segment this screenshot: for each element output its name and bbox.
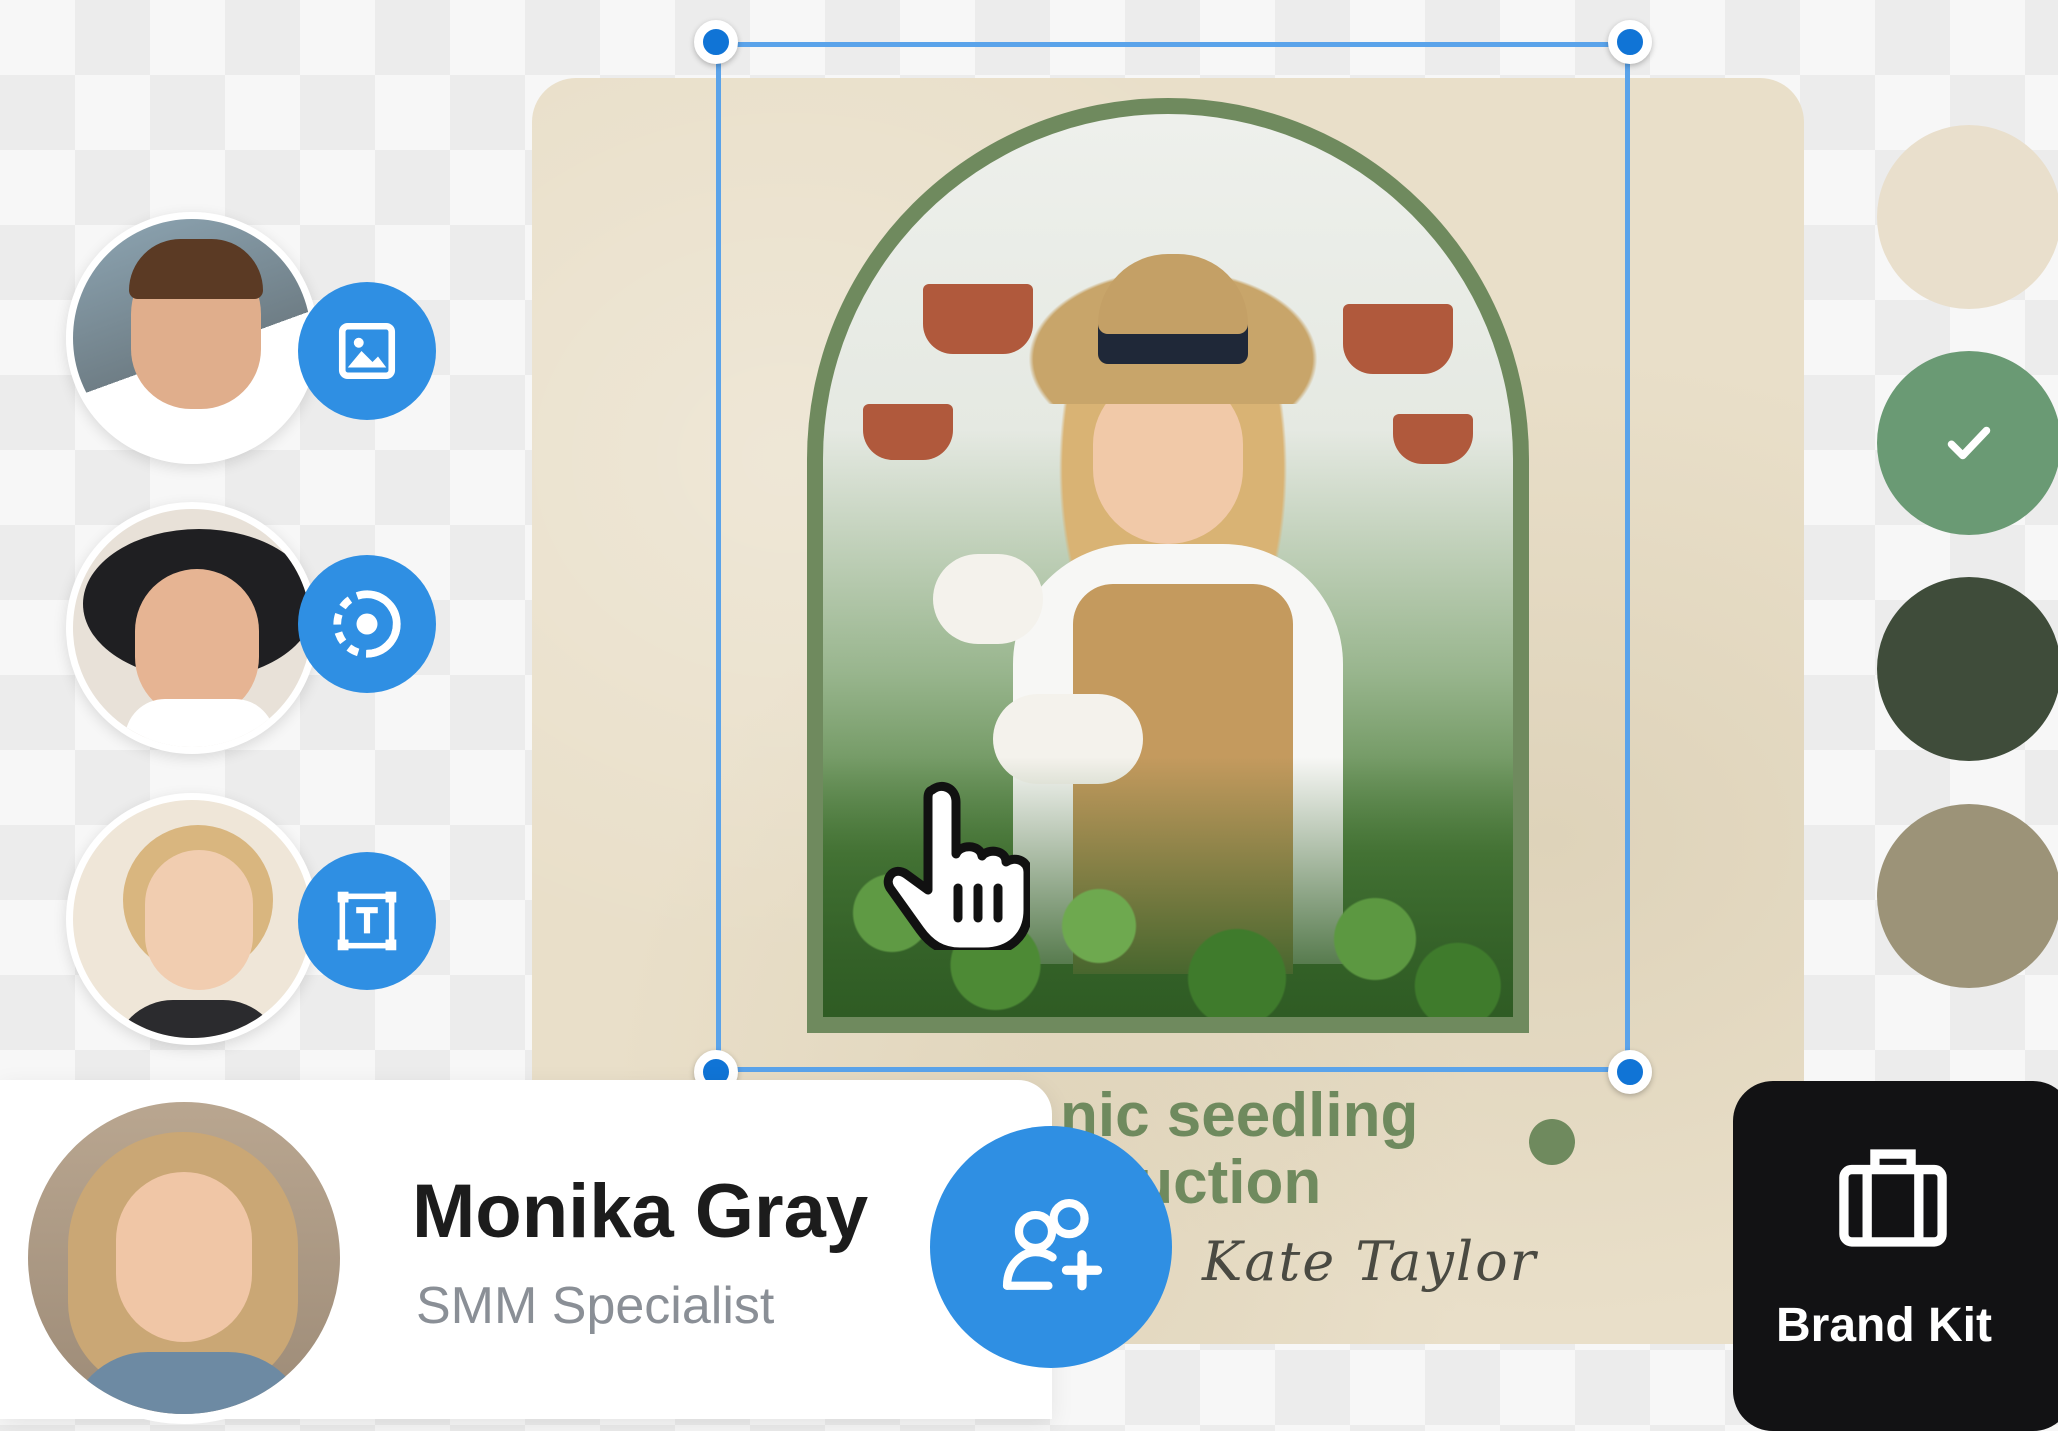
briefcase-icon [1839, 1149, 1947, 1247]
profile-name: Monika Gray [412, 1169, 869, 1254]
text-tool-badge[interactable] [298, 852, 436, 990]
image-icon [338, 322, 396, 380]
add-collaborator-button[interactable] [930, 1126, 1172, 1368]
design-author[interactable]: Kate Taylor [1202, 1230, 1537, 1293]
color-swatch-3[interactable] [1877, 577, 2058, 761]
avatar-collaborator-2[interactable] [66, 502, 318, 754]
design-headline-line1[interactable]: nic seedling [1060, 1083, 1418, 1149]
resize-handle-bottom-right[interactable] [1608, 1050, 1652, 1094]
image-tool-badge[interactable] [298, 282, 436, 420]
selection-box [716, 42, 1630, 1072]
check-icon [1947, 426, 1991, 460]
color-swatch-4[interactable] [1877, 804, 2058, 988]
add-user-icon [1002, 1198, 1103, 1291]
profile-role: SMM Specialist [416, 1277, 775, 1335]
decor-dot [1529, 1119, 1575, 1165]
color-swatch-2[interactable] [1877, 351, 2058, 535]
loader-tool-badge[interactable] [298, 555, 436, 693]
text-frame-icon [337, 891, 397, 951]
avatar-collaborator-1[interactable] [66, 212, 318, 464]
color-swatch-1[interactable] [1877, 125, 2058, 309]
brand-kit-label: Brand Kit [1776, 1299, 1992, 1352]
loading-circle-icon [333, 590, 401, 658]
brand-kit-button[interactable] [1733, 1081, 2058, 1431]
hand-cursor-icon [883, 782, 1030, 950]
resize-handle-top-right[interactable] [1608, 20, 1652, 64]
avatar-collaborator-3[interactable] [66, 793, 318, 1045]
profile-avatar[interactable] [18, 1092, 350, 1424]
resize-handle-top-left[interactable] [694, 20, 738, 64]
